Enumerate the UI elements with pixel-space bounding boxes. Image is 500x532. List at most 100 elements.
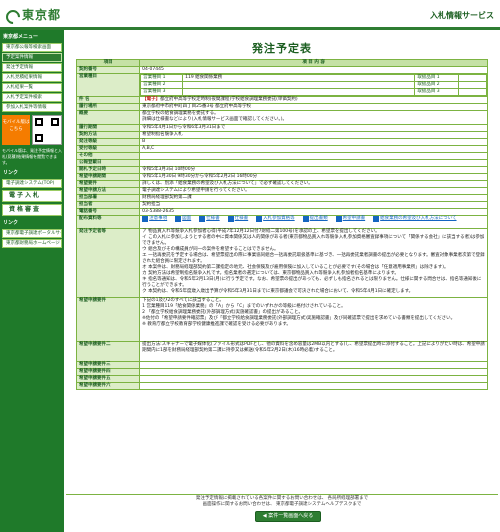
attachment-link[interactable]: 提出書類: [302, 216, 328, 222]
value-text: 契約担当: [142, 202, 161, 207]
table-header-row: 項目 項 目 内 容: [75, 59, 488, 67]
table-row: 契約番号 04-07445: [75, 66, 488, 74]
table-row: 公報登載日: [75, 159, 488, 167]
table-row: 電話番号 03-5388-2635: [75, 208, 488, 216]
sidebar-links-title: リンク: [3, 170, 19, 176]
row-value: 都立学校の給食調理業務を委託する。 詳細は仕様書などにより(入札情報サービス画面…: [139, 110, 488, 125]
value-text: 下記の1及び2のすべてに該当すること。 1 営業種目119「給食関係業務」の「A…: [142, 298, 456, 327]
attachment-label: 希望申請書: [342, 216, 366, 221]
file-icon: [335, 216, 342, 222]
tokyo-logo[interactable]: 東京都: [4, 6, 61, 23]
row-label: 希望申請要件六: [75, 382, 141, 390]
table-row: 担当者 契約担当: [75, 201, 488, 209]
item-label: 取扱品目 1: [414, 74, 460, 82]
row-value: 下記の1及び2のすべてに該当すること。 1 営業種目119「給食関係業務」の「A…: [139, 297, 488, 342]
value-text: 財務局経理部契約第二課: [142, 195, 192, 200]
sidebar-item-bid-results[interactable]: 入札見積結果情報: [2, 73, 62, 82]
row-value: 【電子】都立府中高等学校定時制(夜間課程)学校給食調理業務委託(単価契約): [139, 96, 488, 104]
qualification-button[interactable]: 資格審査: [2, 204, 62, 216]
back-to-list-button[interactable]: ◀ 案件一覧画面へ戻る: [255, 511, 321, 522]
logo-text: 東京都: [22, 8, 62, 22]
row-label: 希望申請要件: [75, 297, 141, 342]
row-value: 注意事項 図面 仕様書 仕様書 入札参加資格等 提出書類 希望申請書 給食業務の希望及び入札方…: [139, 215, 488, 229]
row-value: 03-5388-2635: [139, 208, 488, 216]
attachment-link[interactable]: 仕様書: [199, 216, 220, 222]
attachment-label: 入札参加資格等: [263, 216, 295, 221]
footer-divider: [66, 494, 498, 495]
table-row: 希望申請要件四: [75, 368, 488, 376]
row-label: 履行期間: [75, 124, 141, 132]
row-value: [139, 361, 488, 369]
attachment-link[interactable]: 注意事項: [142, 216, 167, 222]
row-label: 件 名: [75, 96, 141, 104]
row-value: [139, 382, 488, 390]
row-value: ア 物品買入れ等競争入札参加者心得(平成7年12月12日付7財経二第100号)を…: [139, 228, 488, 298]
sidebar-link-procurement-top[interactable]: 電子調達システム(TOP): [2, 179, 62, 188]
row-value: [139, 152, 488, 160]
row-label: 発注等級: [75, 138, 141, 146]
table-row: 受付等級 A,B,C: [75, 145, 488, 153]
item-value: [458, 81, 487, 89]
sidebar-item-planned[interactable]: 予定案件情報: [2, 53, 62, 62]
mobile-button[interactable]: モバイル版はこちら: [2, 115, 30, 145]
row-label: 契約番号: [75, 66, 141, 74]
attachment-label: 仕様書: [234, 216, 249, 221]
item-value: [458, 74, 487, 82]
row-label: 配布資料等: [75, 215, 141, 229]
sidebar-item-result-list[interactable]: 入札結果一覧: [2, 83, 62, 92]
file-icon: [227, 216, 234, 222]
table-row: 件 名【電子】都立府中高等学校定時制(夜間課程)学校給食調理業務委託(単価契約): [75, 96, 488, 104]
table-row: 希望申請要件三: [75, 361, 488, 369]
sidebar-link-finance[interactable]: 東京都財務局ホームページ: [2, 239, 62, 248]
value-text: ア 物品買入れ等競争入札参加者心得(平成7年12月12日付7財経二第100号)を…: [142, 229, 485, 294]
table-row: 希望申請要件五: [75, 375, 488, 383]
value-text: 詳しくは、別添「給食業務の希望及び入札方法について」で必ず確認してください。: [142, 181, 313, 186]
row-label: 希望要件: [75, 180, 141, 188]
attachment-label: 仕様書: [206, 216, 220, 221]
table-row: 開札予定日時 令和5年3月3日 10時00分: [75, 166, 488, 174]
row-value: 04-07445: [139, 66, 488, 74]
sidebar-link-portal[interactable]: 東京都電子調達ポータルサイト: [2, 229, 62, 238]
sidebar-item-participation[interactable]: 参加入札案件等情報: [2, 103, 62, 112]
row-label: 希望申請期間: [75, 173, 141, 181]
qr-code-icon: [32, 115, 62, 145]
row-label: 契約方法: [75, 131, 141, 139]
mobile-note: モバイル版は、発注予定情報と入札(見積)結果情報を閲覧できます。: [2, 148, 62, 165]
attachment-label: 給食業務の希望及び入札方法について: [380, 216, 457, 221]
file-icon: [199, 216, 206, 222]
main-content: 発注予定表 項目 項 目 内 容 契約番号 04-07445 営業種目 営業種目 11…: [66, 30, 498, 532]
attachment-link[interactable]: 仕様書: [227, 216, 249, 222]
value-text: A,B,C: [142, 146, 155, 151]
table-row: 希望申請要件 下記の1及び2のすべてに該当すること。 1 営業種目119「給食関係…: [75, 297, 488, 342]
sidebar-item-gazette[interactable]: 東京都公報等検索画面: [2, 43, 62, 52]
table-row: 履行期間 令和5年4月1日から令和6年3月31日まで: [75, 124, 488, 132]
category-row: 営業種目 1 119 給食関係業務 取扱品目 1: [140, 74, 487, 82]
row-label: その他: [75, 152, 141, 160]
value-text: 提出方法:スキャナーで電子媒体化(ファイル形式はPDFとし、他の資料を含め容量は…: [142, 342, 485, 353]
back-button-label: 案件一覧画面へ戻る: [268, 513, 314, 519]
footer: 発注予定情報に掲載されている各案件に関するお問い合わせは、 各局所経理部署まで …: [66, 496, 498, 508]
file-icon: [256, 216, 263, 222]
value-text: 希望制指名競争入札: [142, 132, 183, 137]
row-value: 営業種目 1 119 給食関係業務 取扱品目 1 営業種目 2 取扱品目 2 営業種目 3…: [139, 73, 488, 97]
sidebar-item-search[interactable]: 入札予定案件検索: [2, 93, 62, 102]
attachment-link[interactable]: 希望申請書: [335, 216, 366, 222]
row-value: [139, 159, 488, 167]
table-row: 発注等級 B: [75, 138, 488, 146]
e-bidding-button[interactable]: 電子入札: [2, 190, 62, 202]
table-row: 概要 都立学校の給食調理業務を委託する。 詳細は仕様書などにより(入札情報サービス…: [75, 110, 488, 125]
file-icon: [373, 216, 380, 222]
table-row: 契約方法 希望制指名競争入札: [75, 131, 488, 139]
row-label: 希望申請要件四: [75, 368, 141, 376]
table-row: 発注予定者等ア 物品買入れ等競争入札参加者心得(平成7年12月12日付7財経二第…: [75, 228, 488, 298]
attachment-link[interactable]: 図面: [175, 216, 191, 222]
row-label: 希望申請方法: [75, 187, 141, 195]
table-row: その他: [75, 152, 488, 160]
tokyo-emblem-icon: [4, 8, 20, 22]
sidebar-item-order-plan[interactable]: 発注予定情報: [2, 63, 62, 72]
attachment-label: 注意事項: [149, 216, 168, 221]
category-value: 119 給食関係業務: [182, 74, 416, 82]
attachment-link[interactable]: 給食業務の希望及び入札方法について: [373, 216, 457, 222]
attachment-link[interactable]: 入札参加資格等: [256, 216, 295, 222]
row-label: 希望申請要件二: [75, 341, 141, 362]
